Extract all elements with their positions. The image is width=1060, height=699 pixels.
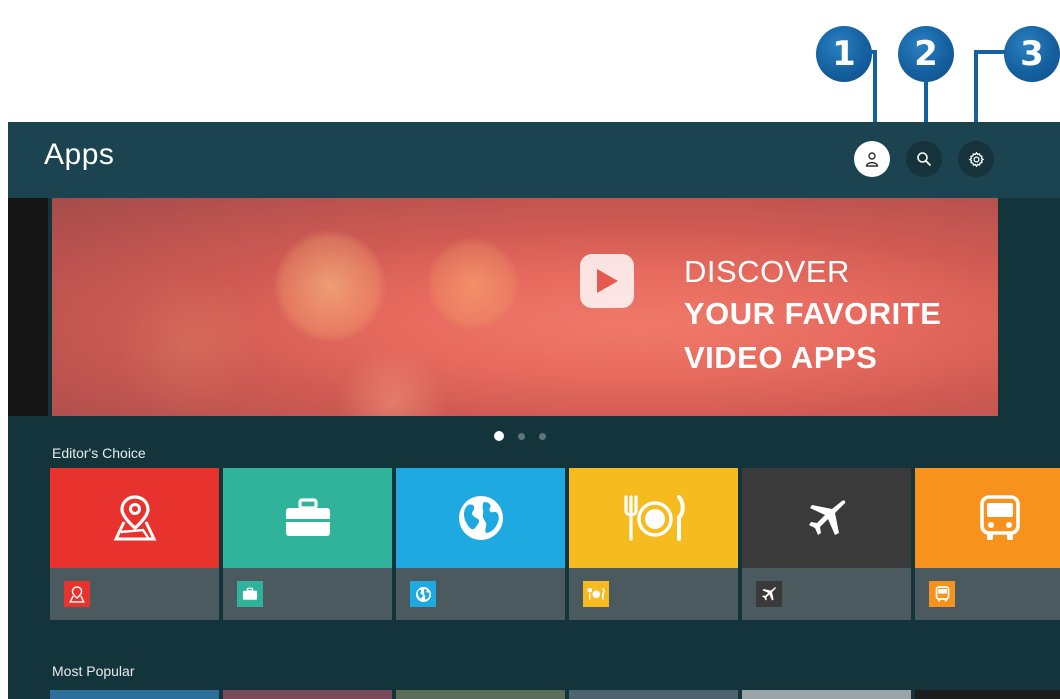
app-tile-info: [915, 568, 1060, 620]
app-tile[interactable]: [223, 468, 392, 620]
callout-3: 3: [1004, 26, 1060, 82]
briefcase-icon: [242, 587, 258, 600]
bus-icon: [979, 495, 1020, 540]
carousel-dot[interactable]: [518, 432, 525, 440]
banner-line-3: VIDEO APPS: [684, 340, 878, 375]
airplane-icon: [808, 500, 845, 535]
app-tile[interactable]: [569, 468, 738, 620]
apps-screen: Apps DISCOVER YOUR FAVORITE VIDEO APPS E…: [8, 122, 1060, 699]
callout-1: 1: [816, 26, 872, 82]
app-tile[interactable]: [915, 690, 1060, 699]
app-tile-info: [223, 568, 392, 620]
app-tile[interactable]: [742, 468, 911, 620]
app-tile-info: [742, 568, 911, 620]
globe-icon: [415, 586, 431, 602]
app-mini-icon: [756, 581, 782, 607]
search-icon: [917, 152, 932, 167]
banner-line-1: DISCOVER: [684, 254, 850, 289]
app-tile[interactable]: [396, 468, 565, 620]
play-icon: [597, 269, 618, 293]
app-tile-art: [742, 468, 911, 568]
carousel-indicator: [494, 431, 546, 441]
banner-text: DISCOVER YOUR FAVORITE VIDEO APPS: [684, 252, 941, 380]
app-tile[interactable]: [915, 468, 1060, 620]
carousel-dot-active[interactable]: [494, 431, 504, 441]
callout-2: 2: [898, 26, 954, 82]
map-pin-icon: [113, 495, 156, 541]
briefcase-icon: [285, 498, 330, 536]
app-mini-icon: [410, 581, 436, 607]
dining-icon: [623, 495, 685, 541]
section-editors-choice: Editor's Choice: [52, 445, 146, 461]
play-tile: [580, 254, 634, 308]
apps-header: Apps: [8, 122, 1060, 198]
banner-line-2: YOUR FAVORITE: [684, 296, 942, 331]
app-tile-info: [569, 568, 738, 620]
bokeh-light: [112, 268, 262, 416]
bokeh-light: [427, 238, 519, 330]
globe-icon: [458, 496, 503, 540]
app-tile-art: [396, 468, 565, 568]
gear-icon: [968, 151, 984, 167]
callout-3-connector: [974, 50, 1006, 54]
app-tile[interactable]: [50, 468, 219, 620]
app-mini-icon: [929, 581, 955, 607]
map-pin-icon: [69, 585, 85, 603]
settings-button[interactable]: [958, 141, 994, 177]
page-title: Apps: [44, 138, 115, 171]
dining-icon: [587, 587, 605, 600]
bokeh-light: [274, 230, 386, 342]
most-popular-row: [50, 690, 1060, 699]
app-tile[interactable]: [742, 690, 911, 699]
app-mini-icon: [583, 581, 609, 607]
app-tile[interactable]: [396, 690, 565, 699]
app-mini-icon: [237, 581, 263, 607]
airplane-icon: [762, 587, 776, 601]
person-icon: [865, 152, 879, 167]
app-tile-art: [50, 468, 219, 568]
app-tile-art: [569, 468, 738, 568]
previous-banner-edge[interactable]: [8, 198, 48, 416]
app-tile-info: [396, 568, 565, 620]
app-tile[interactable]: [569, 690, 738, 699]
section-most-popular: Most Popular: [52, 663, 135, 679]
app-mini-icon: [64, 581, 90, 607]
app-tile-art: [223, 468, 392, 568]
app-tile-art: [915, 468, 1060, 568]
bus-icon: [935, 586, 949, 602]
bokeh-light: [337, 348, 447, 416]
editors-choice-row: [50, 468, 1060, 620]
app-tile[interactable]: [223, 690, 392, 699]
app-tile[interactable]: [50, 690, 219, 699]
search-button[interactable]: [906, 141, 942, 177]
carousel-dot[interactable]: [539, 432, 546, 440]
account-button[interactable]: [854, 141, 890, 177]
featured-banner[interactable]: DISCOVER YOUR FAVORITE VIDEO APPS: [52, 198, 998, 416]
app-tile-info: [50, 568, 219, 620]
